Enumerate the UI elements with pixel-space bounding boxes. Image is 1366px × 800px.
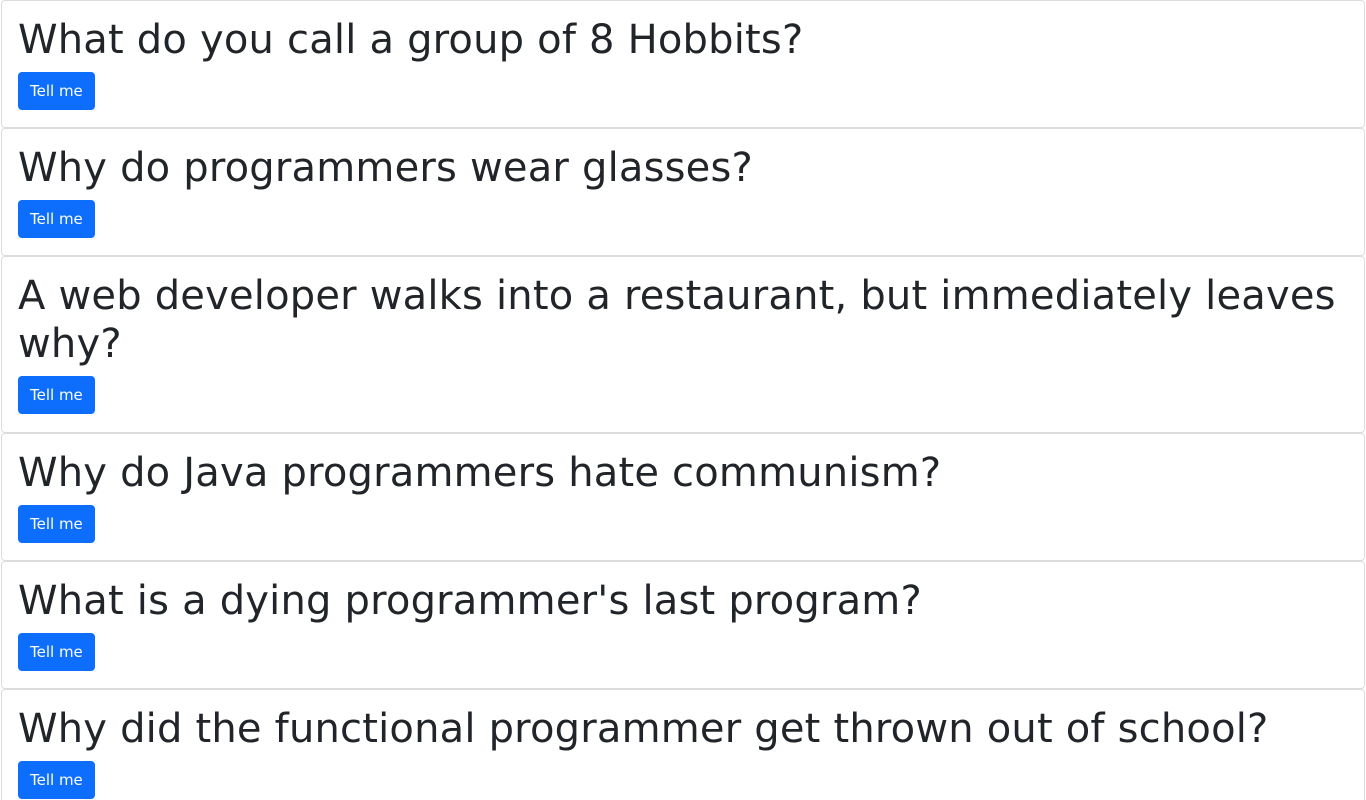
joke-question: What do you call a group of 8 Hobbits?: [18, 17, 804, 63]
tell-me-button[interactable]: Tell me: [18, 505, 95, 543]
joke-card: Why do programmers wear glasses? Tell me: [1, 128, 1365, 256]
joke-question: A web developer walks into a restaurant,…: [18, 273, 1336, 367]
tell-me-button[interactable]: Tell me: [18, 72, 95, 110]
joke-question: Why do programmers wear glasses?: [18, 145, 753, 191]
joke-question: Why did the functional programmer get th…: [18, 706, 1269, 752]
joke-card: Why did the functional programmer get th…: [1, 689, 1365, 800]
joke-question: What is a dying programmer's last progra…: [18, 578, 922, 624]
jokes-list: What do you call a group of 8 Hobbits? T…: [0, 0, 1366, 800]
tell-me-button[interactable]: Tell me: [18, 633, 95, 671]
joke-question: Why do Java programmers hate communism?: [18, 450, 942, 496]
joke-card: Why do Java programmers hate communism? …: [1, 433, 1365, 561]
tell-me-button[interactable]: Tell me: [18, 200, 95, 238]
tell-me-button[interactable]: Tell me: [18, 376, 95, 414]
tell-me-button[interactable]: Tell me: [18, 761, 95, 799]
joke-card: What is a dying programmer's last progra…: [1, 561, 1365, 689]
joke-card: What do you call a group of 8 Hobbits? T…: [1, 0, 1365, 128]
joke-card: A web developer walks into a restaurant,…: [1, 256, 1365, 433]
